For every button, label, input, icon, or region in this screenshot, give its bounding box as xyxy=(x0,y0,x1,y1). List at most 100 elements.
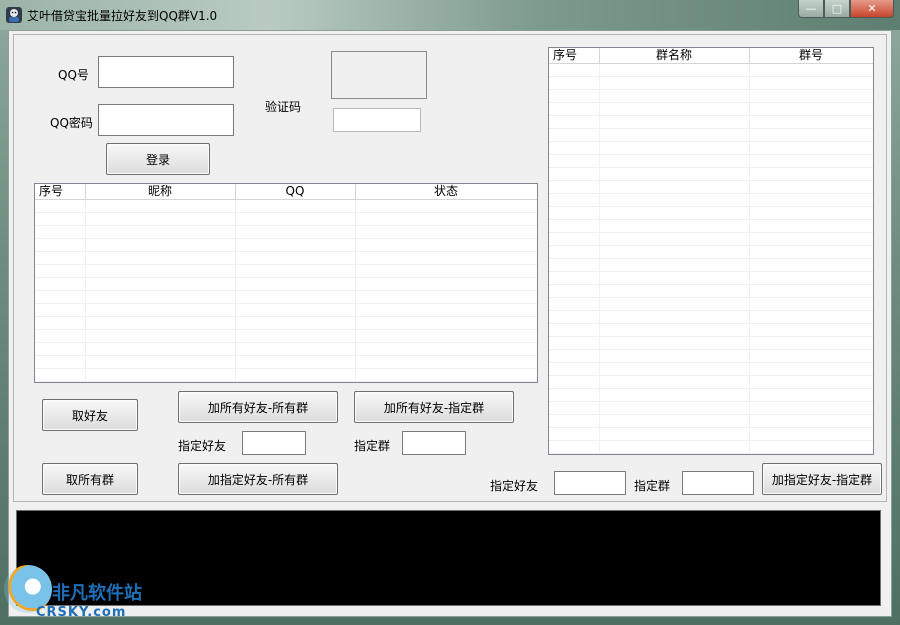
column-header[interactable]: QQ xyxy=(235,184,356,200)
table-row[interactable] xyxy=(35,316,537,330)
captcha-input[interactable] xyxy=(333,108,421,132)
table-cell xyxy=(85,342,236,356)
table-row[interactable] xyxy=(35,303,537,317)
table-cell xyxy=(599,258,750,272)
column-header[interactable]: 状态 xyxy=(355,184,537,200)
table-cell xyxy=(749,63,873,77)
table-row[interactable] xyxy=(549,258,873,272)
captcha-image[interactable] xyxy=(331,51,427,99)
table-cell xyxy=(355,225,537,239)
add-given-friend-all-groups-button[interactable]: 加指定好友-所有群 xyxy=(178,463,338,495)
table-cell xyxy=(35,355,86,369)
table-row[interactable] xyxy=(549,427,873,441)
given-group-input[interactable] xyxy=(402,431,466,455)
table-cell xyxy=(235,264,356,278)
table-row[interactable] xyxy=(549,115,873,129)
table-row[interactable] xyxy=(35,251,537,265)
table-row[interactable] xyxy=(549,102,873,116)
column-header[interactable]: 序号 xyxy=(549,48,600,64)
title-bar[interactable]: 艾叶借贷宝批量拉好友到QQ群V1.0 — □ ✕ xyxy=(0,0,900,30)
bottom-given-group-input[interactable] xyxy=(682,471,754,495)
table-row[interactable] xyxy=(549,414,873,428)
table-cell xyxy=(35,264,86,278)
table-row[interactable] xyxy=(549,375,873,389)
table-cell xyxy=(549,167,600,181)
table-cell xyxy=(549,76,600,90)
table-row[interactable] xyxy=(549,232,873,246)
table-row[interactable] xyxy=(549,349,873,363)
table-row[interactable] xyxy=(35,225,537,239)
app-window: 艾叶借贷宝批量拉好友到QQ群V1.0 — □ ✕ QQ号 QQ密码 验证码 登录… xyxy=(0,0,900,625)
table-cell xyxy=(85,368,236,382)
table-cell xyxy=(599,76,750,90)
table-row[interactable] xyxy=(549,362,873,376)
table-cell xyxy=(749,115,873,129)
table-row[interactable] xyxy=(35,212,537,226)
table-row[interactable] xyxy=(549,63,873,77)
table-cell xyxy=(749,375,873,389)
column-header[interactable]: 昵称 xyxy=(85,184,236,200)
table-cell xyxy=(35,251,86,265)
table-row[interactable] xyxy=(35,368,537,382)
table-row[interactable] xyxy=(549,336,873,350)
table-row[interactable] xyxy=(549,440,873,454)
qq-password-label: QQ密码 xyxy=(50,116,93,130)
column-header[interactable]: 群名称 xyxy=(599,48,750,64)
table-cell xyxy=(85,225,236,239)
table-row[interactable] xyxy=(549,154,873,168)
table-row[interactable] xyxy=(549,89,873,103)
maximize-button[interactable]: □ xyxy=(824,0,850,18)
get-all-groups-button[interactable]: 取所有群 xyxy=(42,463,138,495)
table-cell xyxy=(749,89,873,103)
table-row[interactable] xyxy=(35,199,537,213)
table-row[interactable] xyxy=(35,277,537,291)
table-row[interactable] xyxy=(549,401,873,415)
table-row[interactable] xyxy=(35,290,537,304)
table-row[interactable] xyxy=(549,193,873,207)
table-row[interactable] xyxy=(35,355,537,369)
friends-table[interactable]: 序号 昵称 QQ 状态 xyxy=(34,183,538,383)
column-header[interactable]: 序号 xyxy=(35,184,86,200)
table-cell xyxy=(355,355,537,369)
bottom-given-friend-input[interactable] xyxy=(554,471,626,495)
table-cell xyxy=(749,323,873,337)
qq-number-input[interactable] xyxy=(98,56,234,88)
table-row[interactable] xyxy=(35,329,537,343)
login-button[interactable]: 登录 xyxy=(106,143,210,175)
add-given-friend-given-group-button[interactable]: 加指定好友-指定群 xyxy=(762,463,882,495)
table-row[interactable] xyxy=(35,264,537,278)
table-row[interactable] xyxy=(549,245,873,259)
qq-password-input[interactable] xyxy=(98,104,234,136)
table-cell xyxy=(85,212,236,226)
table-row[interactable] xyxy=(549,297,873,311)
groups-table[interactable]: 序号 群名称 群号 xyxy=(548,47,874,455)
table-cell xyxy=(599,284,750,298)
table-row[interactable] xyxy=(549,167,873,181)
add-all-friends-all-groups-button[interactable]: 加所有好友-所有群 xyxy=(178,391,338,423)
table-row[interactable] xyxy=(549,219,873,233)
table-cell xyxy=(355,238,537,252)
table-row[interactable] xyxy=(549,310,873,324)
table-row[interactable] xyxy=(549,128,873,142)
table-row[interactable] xyxy=(549,388,873,402)
table-row[interactable] xyxy=(35,238,537,252)
table-cell xyxy=(85,303,236,317)
table-row[interactable] xyxy=(549,323,873,337)
given-friend-input[interactable] xyxy=(242,431,306,455)
table-row[interactable] xyxy=(549,141,873,155)
table-cell xyxy=(749,349,873,363)
table-row[interactable] xyxy=(549,180,873,194)
table-cell xyxy=(35,303,86,317)
table-row[interactable] xyxy=(549,76,873,90)
add-all-friends-given-group-button[interactable]: 加所有好友-指定群 xyxy=(354,391,514,423)
table-row[interactable] xyxy=(35,342,537,356)
get-friends-button[interactable]: 取好友 xyxy=(42,399,138,431)
minimize-button[interactable]: — xyxy=(798,0,824,18)
table-row[interactable] xyxy=(549,206,873,220)
table-row[interactable] xyxy=(549,271,873,285)
table-row[interactable] xyxy=(549,284,873,298)
close-button[interactable]: ✕ xyxy=(850,0,894,18)
column-header[interactable]: 群号 xyxy=(749,48,873,64)
table-cell xyxy=(749,219,873,233)
table-cell xyxy=(749,284,873,298)
